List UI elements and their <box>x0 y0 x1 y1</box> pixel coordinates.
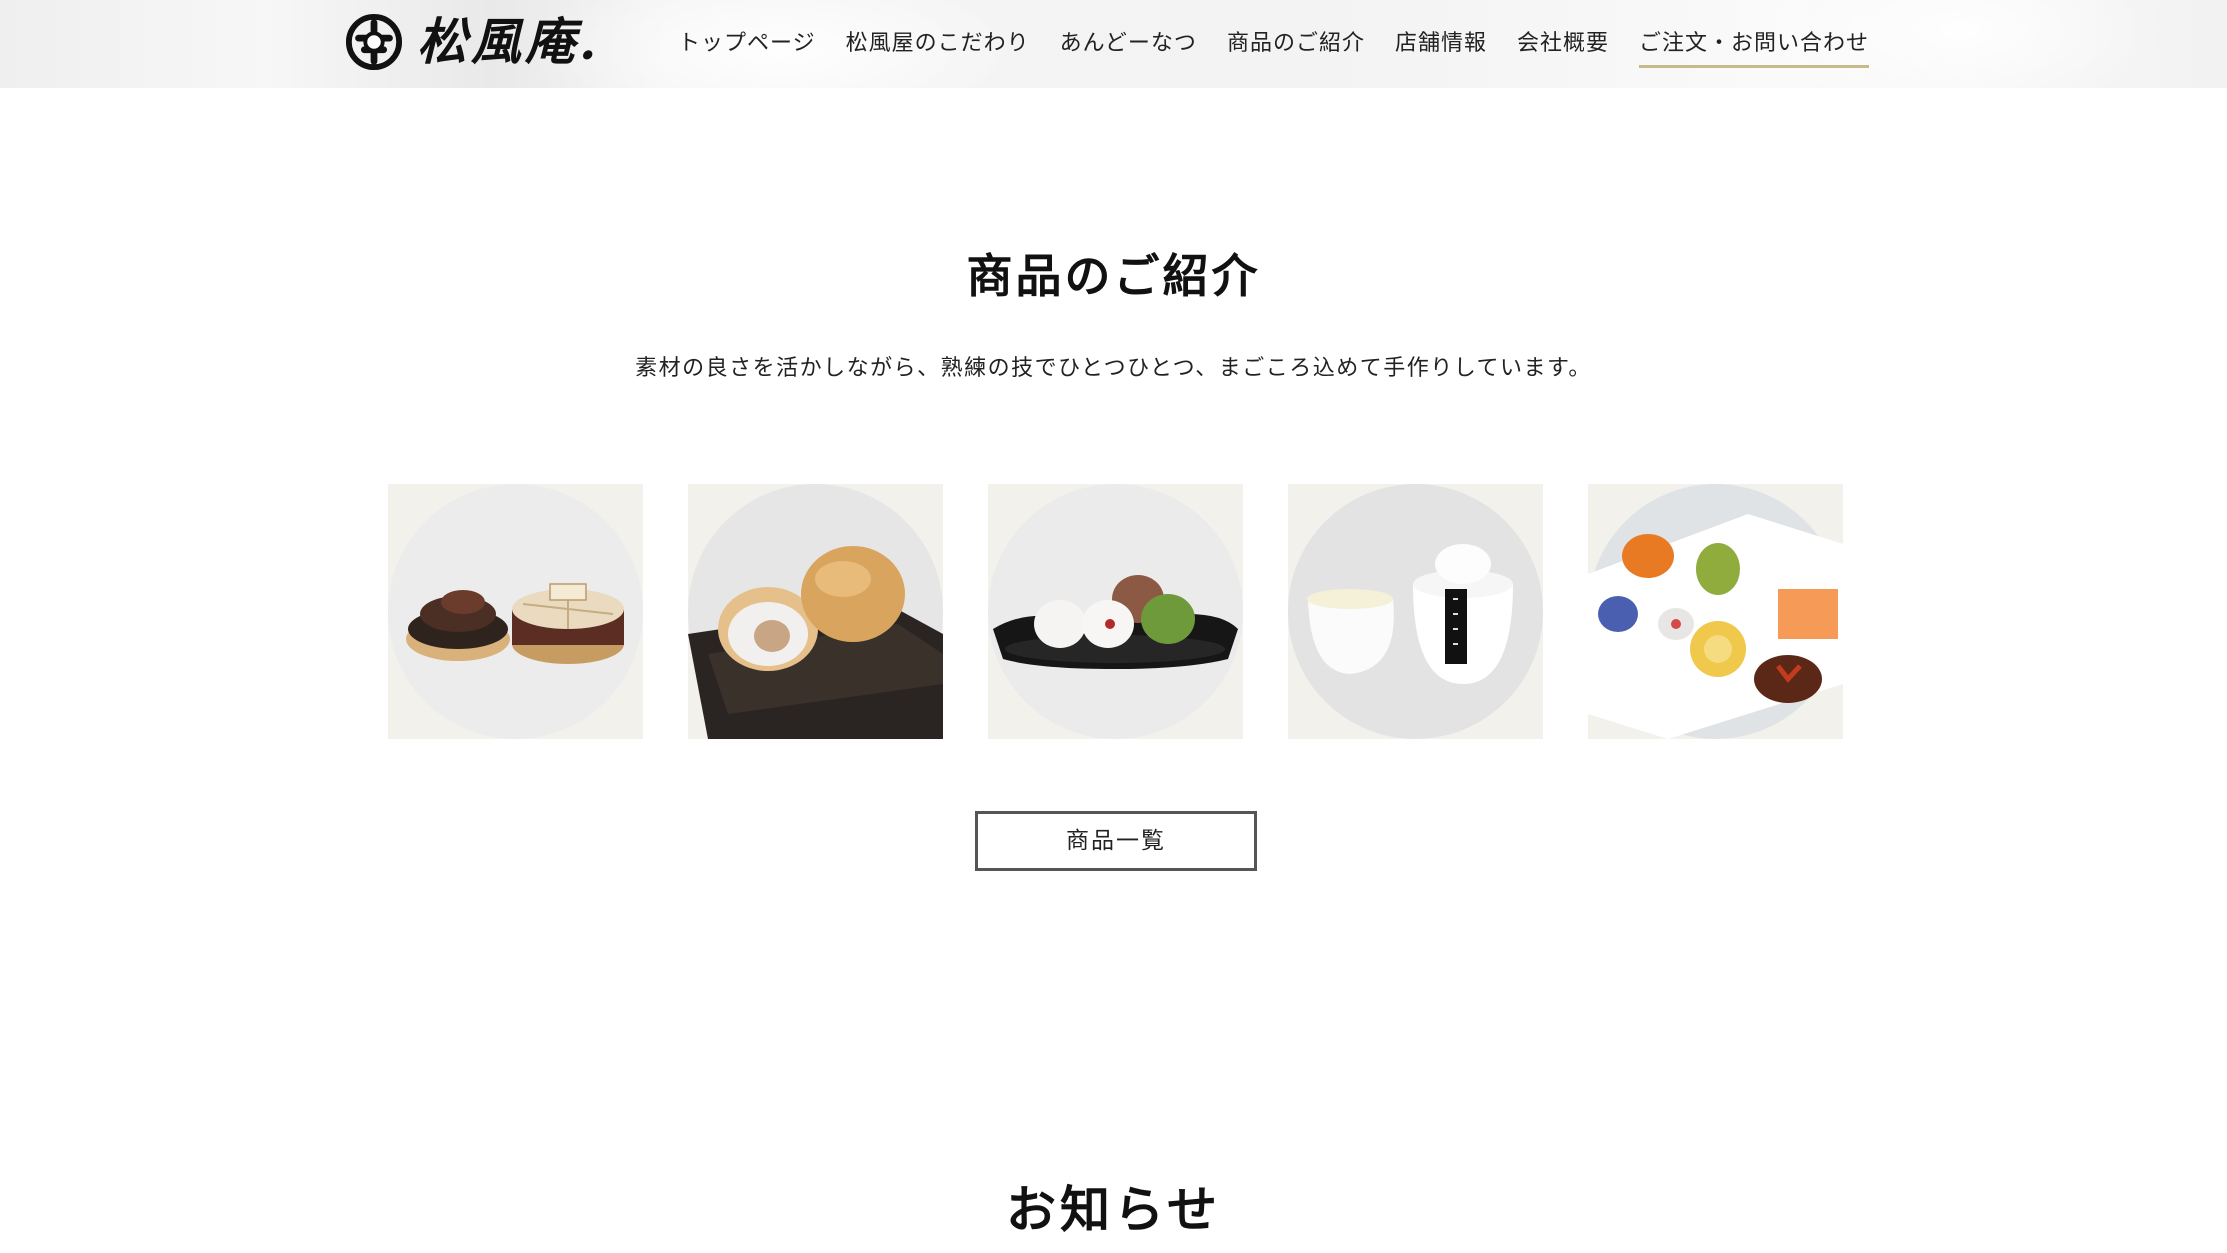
nav-item-kodawari[interactable]: 松風屋のこだわり <box>831 24 1045 64</box>
main-nav: トップページ 松風屋のこだわり あんどーなつ 商品のご紹介 店舗情報 会社概要 … <box>663 0 1884 88</box>
news-section-title: お知らせ <box>1006 1180 1221 1239</box>
nav-item-products[interactable]: 商品のご紹介 <box>1212 24 1380 64</box>
wagashi-image <box>1588 484 1843 739</box>
product-image-wagashi[interactable] <box>1588 484 1843 739</box>
product-image-monaka[interactable] <box>388 484 643 739</box>
manju-image <box>688 484 943 739</box>
nav-item-contact[interactable]: ご注文・お問い合わせ <box>1624 24 1884 68</box>
nav-item-top[interactable]: トップページ <box>663 24 831 64</box>
site-header: 松風庵. トップページ 松風屋のこだわり あんどーなつ 商品のご紹介 店舗情報 … <box>0 0 2227 88</box>
monaka-image <box>388 484 643 739</box>
logo-crest-icon <box>345 13 403 71</box>
site-logo[interactable]: 松風庵. <box>345 12 600 72</box>
product-image-pudding[interactable] <box>1288 484 1543 739</box>
nav-item-stores[interactable]: 店舗情報 <box>1380 24 1502 64</box>
product-list-button[interactable]: 商品一覧 <box>975 811 1257 871</box>
nav-item-company[interactable]: 会社概要 <box>1502 24 1624 64</box>
products-section-title: 商品のご紹介 <box>966 249 1261 303</box>
daifuku-image <box>988 484 1243 739</box>
product-image-manju[interactable] <box>688 484 943 739</box>
product-image-daifuku[interactable] <box>988 484 1243 739</box>
nav-item-an-donut[interactable]: あんどーなつ <box>1045 24 1212 64</box>
pudding-image <box>1288 484 1543 739</box>
product-gallery <box>388 484 1843 739</box>
products-section-description: 素材の良さを活かしながら、熟練の技でひとつひとつ、まごころ込めて手作りしています… <box>635 356 1592 381</box>
logo-text: 松風庵. <box>417 12 601 71</box>
